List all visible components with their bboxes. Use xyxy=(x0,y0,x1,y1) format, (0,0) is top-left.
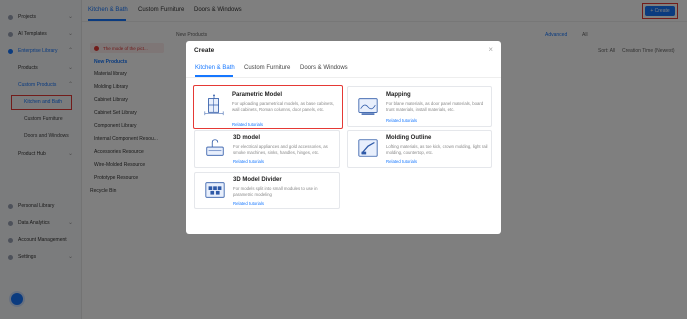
3d-model-divider-icon xyxy=(205,182,225,198)
card-title: Molding Outline xyxy=(386,135,432,141)
card-mapping[interactable]: Mapping For blane materials, as door pan… xyxy=(347,86,492,127)
parametric-model-icon xyxy=(204,94,224,116)
modal-tab-kitchen-bath[interactable]: Kitchen & Bath xyxy=(195,65,235,71)
related-tutorials-link[interactable]: Related tutorials xyxy=(233,201,264,206)
3d-model-icon xyxy=(206,139,224,156)
modal-title: Create xyxy=(194,47,215,54)
modal-tab-doors-windows[interactable]: Doors & Windows xyxy=(300,65,348,71)
modal-tab-custom-furniture[interactable]: Custom Furniture xyxy=(244,65,290,71)
card-description: For models split into small modules to u… xyxy=(233,186,318,197)
molding-outline-icon xyxy=(358,139,378,157)
related-tutorials-link[interactable]: Related tutorials xyxy=(386,118,417,123)
card-description: For uploading parametrical models, as ba… xyxy=(232,101,334,112)
card-title: 3D Model Divider xyxy=(233,177,282,183)
mapping-icon xyxy=(358,98,378,115)
card-3d-model[interactable]: 3D model For electrical appliances and g… xyxy=(194,130,340,168)
card-description: For electrical appliances and gold acces… xyxy=(233,144,328,155)
create-modal: Create × Kitchen & Bath Custom Furniture… xyxy=(186,41,501,234)
card-title: Parametric Model xyxy=(232,92,283,98)
card-parametric-model[interactable]: Parametric Model For uploading parametri… xyxy=(193,85,343,129)
card-description: For blane materials, as door panel mater… xyxy=(386,101,484,112)
card-title: Mapping xyxy=(386,92,411,98)
card-title: 3D model xyxy=(233,135,261,141)
close-icon[interactable]: × xyxy=(488,45,493,55)
related-tutorials-link[interactable]: Related tutorials xyxy=(232,122,263,127)
card-3d-model-divider[interactable]: 3D Model Divider For models split into s… xyxy=(194,172,340,209)
card-description: Lofting materials, as toe kick, crown mo… xyxy=(386,144,488,155)
related-tutorials-link[interactable]: Related tutorials xyxy=(233,159,264,164)
modal-tab-divider xyxy=(186,76,501,78)
related-tutorials-link[interactable]: Related tutorials xyxy=(386,159,417,164)
card-molding-outline[interactable]: Molding Outline Lofting materials, as to… xyxy=(347,130,492,168)
